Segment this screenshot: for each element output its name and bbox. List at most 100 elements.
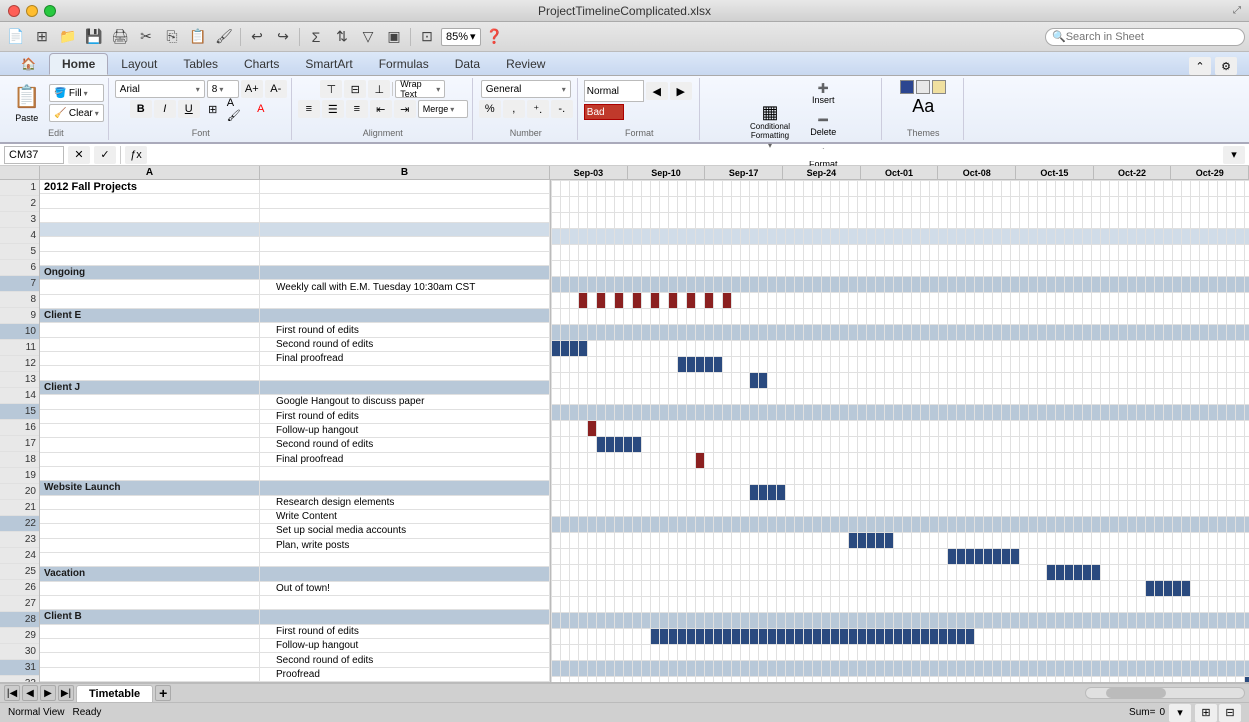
gantt-cell[interactable] <box>813 277 822 293</box>
gantt-cell[interactable] <box>552 469 561 485</box>
gantt-cell[interactable] <box>921 229 930 245</box>
gantt-cell[interactable] <box>1218 581 1227 597</box>
gantt-cell[interactable] <box>1173 341 1182 357</box>
gantt-cell[interactable] <box>1137 581 1146 597</box>
gantt-cell[interactable] <box>1056 261 1065 277</box>
gantt-cell[interactable] <box>984 421 993 437</box>
gantt-cell[interactable] <box>1002 629 1011 645</box>
gantt-cell[interactable] <box>930 229 939 245</box>
gantt-cell[interactable] <box>1245 469 1249 485</box>
gantt-cell[interactable] <box>633 229 642 245</box>
gantt-cell[interactable] <box>1209 389 1218 405</box>
gantt-cell[interactable] <box>795 517 804 533</box>
gantt-cell[interactable] <box>1245 277 1249 293</box>
tab-home-label[interactable]: Home <box>49 53 108 75</box>
gantt-cell[interactable] <box>1101 597 1110 613</box>
gantt-cell[interactable] <box>1065 341 1074 357</box>
gantt-cell[interactable] <box>570 197 579 213</box>
gantt-cell[interactable] <box>1047 565 1056 581</box>
gantt-cell[interactable] <box>597 517 606 533</box>
align-center-btn[interactable]: ☰ <box>322 100 344 118</box>
cell-a[interactable]: Client B <box>40 610 260 623</box>
gantt-cell[interactable] <box>759 661 768 677</box>
gantt-cell[interactable] <box>777 549 786 565</box>
gantt-cell[interactable] <box>768 517 777 533</box>
gantt-cell[interactable] <box>1200 501 1209 517</box>
gantt-cell[interactable] <box>894 533 903 549</box>
gantt-cell[interactable] <box>1029 453 1038 469</box>
gantt-cell[interactable] <box>1236 629 1245 645</box>
gantt-cell[interactable] <box>1056 613 1065 629</box>
gantt-cell[interactable] <box>1110 629 1119 645</box>
gantt-cell[interactable] <box>831 245 840 261</box>
gantt-cell[interactable] <box>876 213 885 229</box>
gantt-cell[interactable] <box>930 325 939 341</box>
gantt-cell[interactable] <box>714 661 723 677</box>
gantt-cell[interactable] <box>741 245 750 261</box>
gantt-cell[interactable] <box>696 309 705 325</box>
gantt-cell[interactable] <box>1227 421 1236 437</box>
gantt-cell[interactable] <box>1191 597 1200 613</box>
gantt-cell[interactable] <box>1074 517 1083 533</box>
gantt-cell[interactable] <box>1155 181 1164 197</box>
gantt-cell[interactable] <box>1137 357 1146 373</box>
gantt-cell[interactable] <box>687 405 696 421</box>
gantt-cell[interactable] <box>1092 565 1101 581</box>
gantt-cell[interactable] <box>1110 501 1119 517</box>
gantt-cell[interactable] <box>615 613 624 629</box>
gantt-cell[interactable] <box>633 501 642 517</box>
gantt-cell[interactable] <box>1128 597 1137 613</box>
gantt-cell[interactable] <box>660 645 669 661</box>
gantt-cell[interactable] <box>984 565 993 581</box>
gantt-cell[interactable] <box>714 373 723 389</box>
gantt-cell[interactable] <box>687 677 696 683</box>
tab-home[interactable]: 🏠 <box>8 53 49 75</box>
gantt-cell[interactable] <box>1038 309 1047 325</box>
gantt-cell[interactable] <box>678 453 687 469</box>
gantt-cell[interactable] <box>1065 565 1074 581</box>
gantt-cell[interactable] <box>579 581 588 597</box>
gantt-cell[interactable] <box>867 661 876 677</box>
gantt-cell[interactable] <box>849 341 858 357</box>
gantt-cell[interactable] <box>840 197 849 213</box>
gantt-row[interactable] <box>552 677 1249 683</box>
gantt-cell[interactable] <box>579 645 588 661</box>
gantt-cell[interactable] <box>1002 197 1011 213</box>
gantt-cell[interactable] <box>624 661 633 677</box>
gantt-cell[interactable] <box>579 437 588 453</box>
gantt-cell[interactable] <box>552 533 561 549</box>
gantt-cell[interactable] <box>561 325 570 341</box>
gantt-cell[interactable] <box>1200 661 1209 677</box>
gantt-cell[interactable] <box>1011 277 1020 293</box>
gantt-cell[interactable] <box>912 405 921 421</box>
gantt-cell[interactable] <box>1146 517 1155 533</box>
cell-b[interactable]: Second round of edits <box>260 338 550 351</box>
gantt-cell[interactable] <box>606 661 615 677</box>
gantt-cell[interactable] <box>696 549 705 565</box>
gantt-cell[interactable] <box>1092 533 1101 549</box>
gantt-cell[interactable] <box>912 501 921 517</box>
gantt-cell[interactable] <box>633 677 642 683</box>
gantt-cell[interactable] <box>561 197 570 213</box>
gantt-cell[interactable] <box>678 197 687 213</box>
gantt-cell[interactable] <box>678 309 687 325</box>
gantt-cell[interactable] <box>804 549 813 565</box>
gantt-cell[interactable] <box>732 565 741 581</box>
gantt-cell[interactable] <box>885 197 894 213</box>
gantt-cell[interactable] <box>1029 629 1038 645</box>
gantt-cell[interactable] <box>1029 325 1038 341</box>
gantt-cell[interactable] <box>840 453 849 469</box>
gantt-cell[interactable] <box>1083 389 1092 405</box>
gantt-cell[interactable] <box>714 229 723 245</box>
font-color-btn[interactable]: A <box>250 100 272 118</box>
gantt-cell[interactable] <box>1038 501 1047 517</box>
gantt-cell[interactable] <box>732 437 741 453</box>
gantt-cell[interactable] <box>705 341 714 357</box>
gantt-cell[interactable] <box>930 629 939 645</box>
gantt-cell[interactable] <box>705 533 714 549</box>
gantt-cell[interactable] <box>1092 549 1101 565</box>
gantt-cell[interactable] <box>741 197 750 213</box>
gantt-cell[interactable] <box>867 357 876 373</box>
gantt-cell[interactable] <box>993 373 1002 389</box>
gantt-cell[interactable] <box>678 677 687 683</box>
